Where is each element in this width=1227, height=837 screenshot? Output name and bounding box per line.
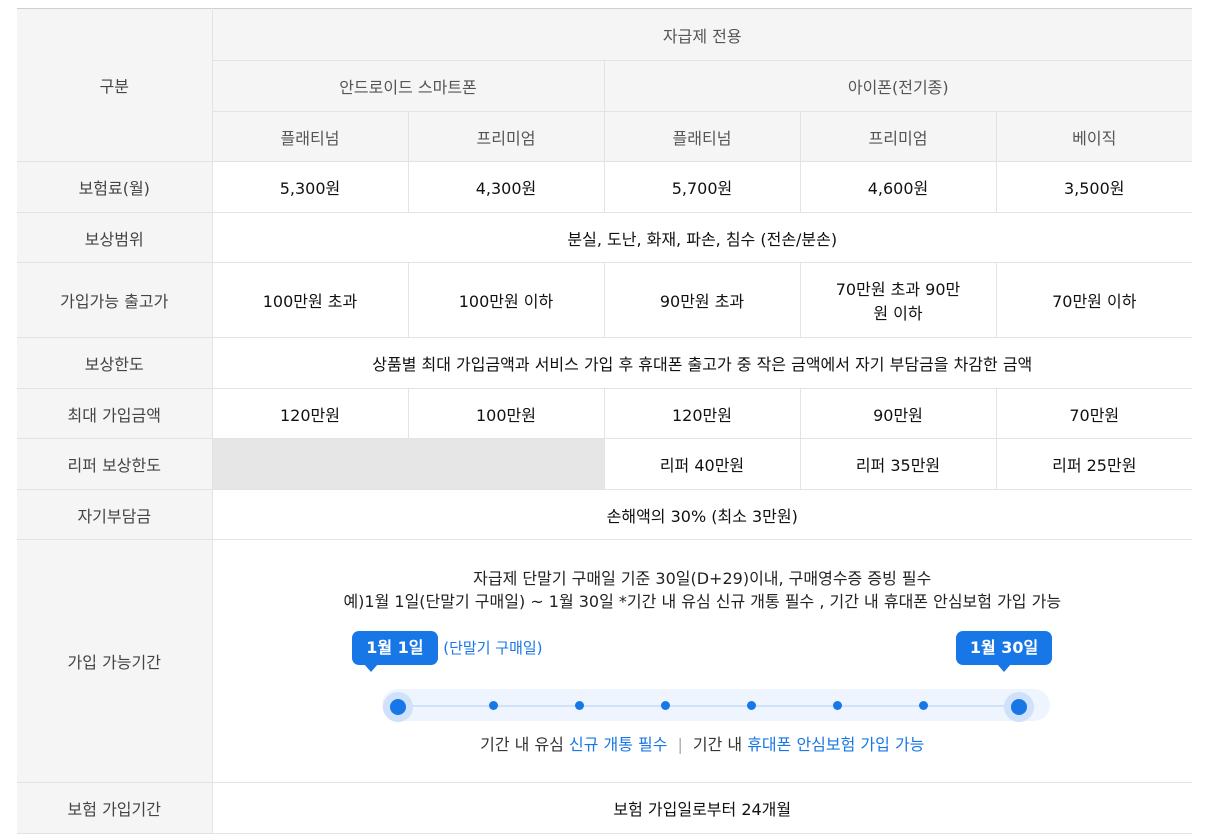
purchase-date-note: (단말기 구매일) (443, 639, 543, 657)
table-row: 리퍼 보상한도 리퍼 40만원 리퍼 35만원 리퍼 25만원 (17, 438, 1193, 490)
table-row: 자기부담금 손해액의 30% (최소 3만원) (17, 489, 1193, 540)
max-amount-cell: 90만원 (800, 388, 997, 439)
table-row: 가입가능 출고가 100만원 초과 100만원 이하 90만원 초과 70만원 … (17, 262, 1193, 338)
row-label: 리퍼 보상한도 (17, 438, 213, 490)
premium-cell: 5,300원 (212, 161, 409, 213)
price-cell: 90만원 초과 (604, 262, 801, 338)
row-label: 최대 가입금액 (17, 388, 213, 439)
premium-cell: 5,700원 (604, 161, 801, 213)
not-applicable-cell (212, 438, 605, 490)
end-date-badge: 1월 30일 (955, 631, 1053, 672)
table-row: 가입 가능기간 자급제 단말기 구매일 기준 30일(D+29)이내, 구매영수… (17, 539, 1193, 783)
insurance-table: 구분 자급제 전용 안드로이드 스마트폰 아이폰(전기종) 플래티넘 프리미엄 … (17, 8, 1193, 834)
row-label: 보험료(월) (17, 161, 213, 213)
period-line-2: 예)1월 1일(단말기 구매일) ~ 1월 30일 *기간 내 유심 신규 개통… (343, 592, 1062, 611)
table-row: 최대 가입금액 120만원 100만원 120만원 90만원 70만원 (17, 388, 1193, 439)
refurb-cell: 리퍼 40만원 (604, 438, 801, 490)
deductible-cell: 손해액의 30% (최소 3만원) (212, 489, 1193, 540)
coverage-cell: 분실, 도난, 화재, 파손, 침수 (전손/분손) (212, 212, 1193, 263)
table-row: 보상한도 상품별 최대 가입금액과 서비스 가입 후 휴대폰 출고가 중 작은 … (17, 337, 1193, 389)
plan-header: 플래티넘 (212, 111, 409, 162)
price-cell: 100만원 초과 (212, 262, 409, 338)
self-only-header: 자급제 전용 (212, 8, 1193, 61)
android-header: 안드로이드 스마트폰 (212, 60, 605, 112)
table-row: 보험료(월) 5,300원 4,300원 5,700원 4,600원 3,500… (17, 161, 1193, 213)
plan-header: 프리미엄 (800, 111, 997, 162)
plan-header: 프리미엄 (408, 111, 605, 162)
price-cell: 70만원 초과 90만원 이하 (800, 262, 997, 338)
period-cell: 자급제 단말기 구매일 기준 30일(D+29)이내, 구매영수증 증빙 필수 … (212, 539, 1193, 783)
price-cell: 70만원 이하 (996, 262, 1193, 338)
category-header: 구분 (17, 8, 213, 162)
premium-cell: 4,600원 (800, 161, 997, 213)
premium-cell: 4,300원 (408, 161, 605, 213)
plan-header: 베이직 (996, 111, 1193, 162)
row-label: 가입가능 출고가 (17, 262, 213, 338)
row-label: 보상한도 (17, 337, 213, 389)
row-label: 보상범위 (17, 212, 213, 263)
max-amount-cell: 120만원 (212, 388, 409, 439)
iphone-header: 아이폰(전기종) (604, 60, 1193, 112)
max-amount-cell: 100만원 (408, 388, 605, 439)
row-label: 보험 가입기간 (17, 782, 213, 834)
period-timeline: 1월 1일 (단말기 구매일) 1월 30일 (352, 631, 1053, 743)
row-label: 가입 가능기간 (17, 539, 213, 783)
period-line-1: 자급제 단말기 구매일 기준 30일(D+29)이내, 구매영수증 증빙 필수 (473, 569, 932, 588)
price-cell: 100만원 이하 (408, 262, 605, 338)
plan-header: 플래티넘 (604, 111, 801, 162)
max-amount-cell: 120만원 (604, 388, 801, 439)
limit-cell: 상품별 최대 가입금액과 서비스 가입 후 휴대폰 출고가 중 작은 금액에서 … (212, 337, 1193, 389)
table-row: 보상범위 분실, 도난, 화재, 파손, 침수 (전손/분손) (17, 212, 1193, 263)
premium-cell: 3,500원 (996, 161, 1193, 213)
term-cell: 보험 가입일로부터 24개월 (212, 782, 1193, 834)
max-amount-cell: 70만원 (996, 388, 1193, 439)
start-date-badge: 1월 1일 (352, 631, 438, 672)
row-label: 자기부담금 (17, 489, 213, 540)
table-row: 보험 가입기간 보험 가입일로부터 24개월 (17, 782, 1193, 834)
refurb-cell: 리퍼 35만원 (800, 438, 997, 490)
refurb-cell: 리퍼 25만원 (996, 438, 1193, 490)
